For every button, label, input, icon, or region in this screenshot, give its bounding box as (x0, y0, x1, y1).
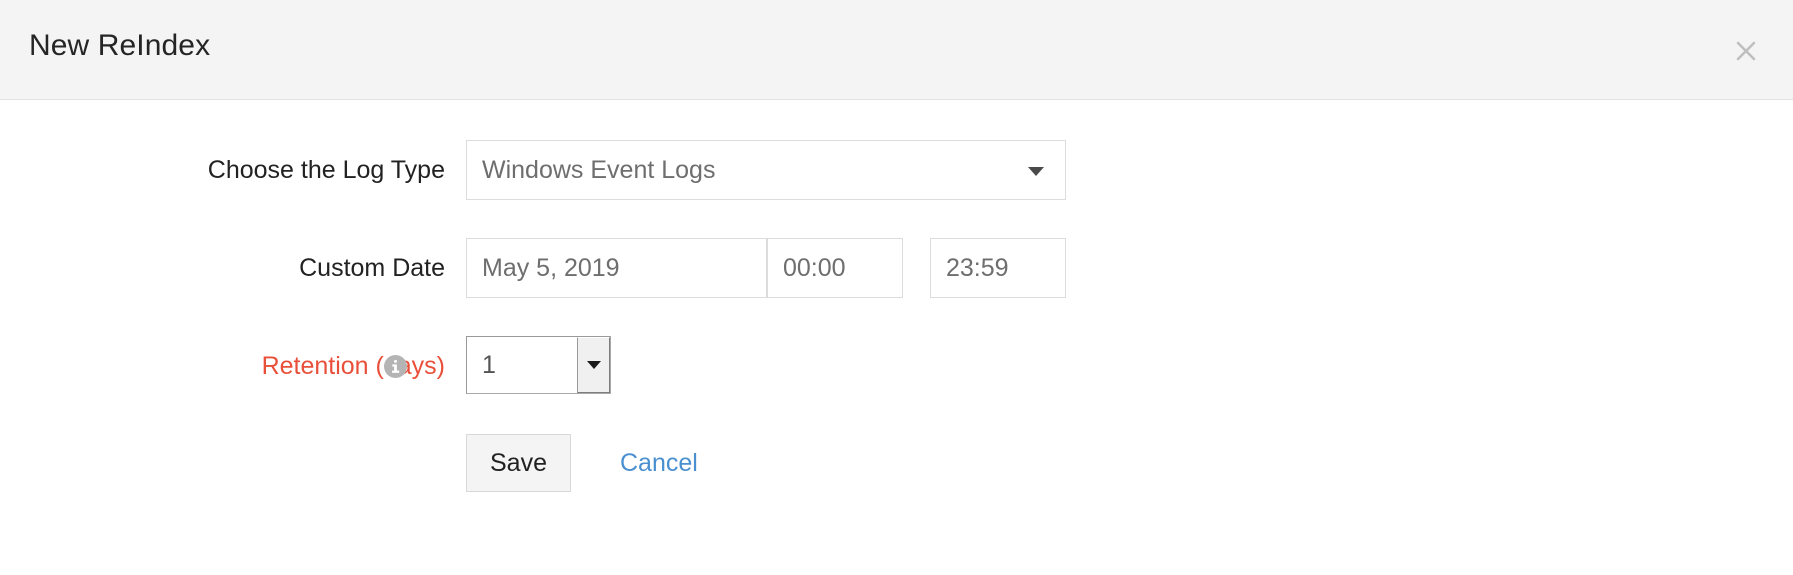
new-reindex-dialog: New ReIndex Choose the Log Type Windows … (0, 0, 1793, 575)
retention-dropdown-button[interactable] (577, 337, 610, 393)
log-type-value: Windows Event Logs (482, 155, 716, 184)
chevron-down-icon (1028, 167, 1044, 176)
custom-date-label: Custom Date (299, 254, 445, 282)
dialog-body: Choose the Log Type Windows Event Logs C… (0, 101, 1793, 575)
custom-date-input[interactable]: May 5, 2019 (466, 238, 767, 298)
dialog-header: New ReIndex (0, 0, 1793, 100)
cancel-link[interactable]: Cancel (620, 434, 698, 492)
save-button[interactable]: Save (466, 434, 571, 492)
time-to-value: 23:59 (946, 253, 1009, 282)
time-from-input[interactable]: 00:00 (767, 238, 903, 298)
time-to-input[interactable]: 23:59 (930, 238, 1066, 298)
form-row-log-type: Choose the Log Type Windows Event Logs (0, 140, 1793, 200)
retention-label: Retention (days) (261, 352, 445, 380)
log-type-label: Choose the Log Type (207, 156, 445, 184)
log-type-select[interactable]: Windows Event Logs (466, 140, 1066, 200)
form-actions: Save Cancel (0, 434, 1793, 498)
chevron-down-icon (586, 361, 601, 369)
time-from-value: 00:00 (783, 253, 846, 282)
form-row-custom-date: Custom Date May 5, 2019 00:00 23:59 (0, 238, 1793, 298)
retention-value: 1 (482, 350, 496, 379)
custom-date-value: May 5, 2019 (482, 253, 620, 282)
retention-select[interactable]: 1 (466, 336, 611, 394)
info-icon[interactable] (384, 355, 407, 378)
dialog-title: New ReIndex (29, 29, 211, 62)
close-icon (1727, 32, 1765, 70)
form-row-retention: Retention (days) 1 (0, 336, 1793, 396)
close-button[interactable] (1727, 32, 1765, 70)
